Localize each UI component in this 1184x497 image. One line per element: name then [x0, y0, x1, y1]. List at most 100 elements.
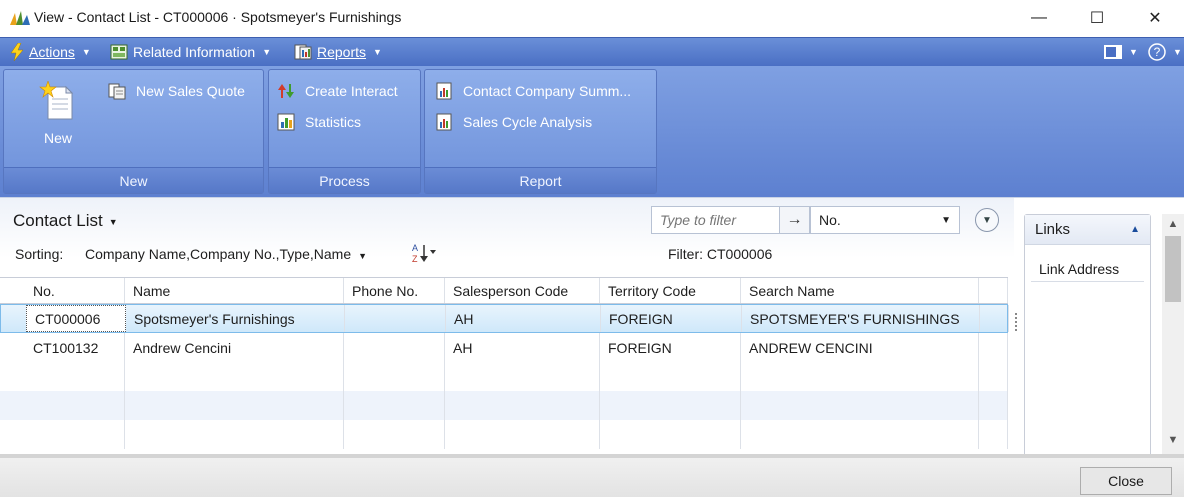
actions-menu[interactable]: Actions ▼ — [4, 38, 97, 67]
sort-ascending-icon[interactable]: A Z — [410, 242, 440, 264]
splitter-dot — [1015, 321, 1017, 323]
dynamics-logo-icon — [10, 11, 30, 25]
column-header-salesperson[interactable]: Salesperson Code — [445, 278, 600, 303]
layout-menu-button[interactable]: ▼ — [1098, 38, 1144, 67]
cell-territory: FOREIGN — [600, 333, 741, 362]
chevron-down-icon: ▼ — [358, 251, 368, 261]
cell-salesperson: AH — [446, 305, 601, 332]
cell-search-name: SPOTSMEYER'S FURNISHINGS — [742, 305, 980, 332]
empty-cell — [344, 362, 445, 391]
svg-text:Z: Z — [412, 254, 418, 264]
contact-company-summary-button[interactable]: Contact Company Summ... — [435, 82, 631, 100]
empty-row — [0, 362, 1008, 391]
list-title-menu[interactable]: Contact List ▼ — [13, 211, 118, 231]
filter-field-value: No. — [819, 212, 841, 228]
vertical-scrollbar[interactable]: ▲ ▼ — [1162, 214, 1184, 455]
sorting-dropdown[interactable]: Company Name,Company No.,Type,Name ▼ — [85, 246, 367, 262]
column-header-no[interactable]: No. — [25, 278, 125, 303]
empty-cell — [741, 391, 979, 420]
statistics-label: Statistics — [305, 114, 362, 130]
close-window-button[interactable]: ✕ — [1126, 0, 1184, 36]
empty-cell — [344, 391, 445, 420]
empty-cell — [979, 420, 1008, 449]
empty-cell — [25, 391, 125, 420]
column-header-name[interactable]: Name — [125, 278, 344, 303]
links-title: Links — [1035, 221, 1071, 238]
table-row[interactable]: CT000006 Spotsmeyer's Furnishings AH FOR… — [0, 304, 1009, 333]
ribbon-group-new-title: New — [4, 167, 263, 193]
scroll-up-arrow-icon[interactable]: ▲ — [1162, 218, 1184, 230]
cell-spacer — [980, 305, 1009, 332]
statistics-icon — [277, 113, 295, 131]
empty-cell — [600, 362, 741, 391]
reports-label: Reports — [317, 44, 367, 60]
close-button[interactable]: Close — [1080, 467, 1172, 495]
empty-row — [0, 391, 1008, 420]
ribbon-group-new: New New Sales Quote New — [3, 69, 264, 194]
ribbon-group-report: Contact Company Summ... Sales Cycle Anal… — [424, 69, 657, 194]
cell-search-name: ANDREW CENCINI — [741, 333, 979, 362]
sorting-value: Company Name,Company No.,Type,Name — [85, 246, 352, 262]
column-header-phone[interactable]: Phone No. — [344, 278, 445, 303]
title-bar: View - Contact List - CT000006 · Spotsme… — [0, 0, 1184, 37]
collapse-chevron-up-icon[interactable]: ▲ — [1130, 224, 1140, 235]
reports-menu[interactable]: Reports ▼ — [288, 38, 388, 67]
empty-cell — [125, 391, 344, 420]
help-icon: ? — [1148, 43, 1166, 61]
contact-list-panel: Contact List ▼ Sorting: Company Name,Comp… — [0, 198, 1014, 455]
new-button[interactable]: New — [34, 80, 82, 146]
minimize-button[interactable]: — — [1010, 0, 1068, 36]
report-icon — [436, 113, 452, 131]
chevron-down-circle-icon: ▼ — [982, 214, 992, 226]
sales-quote-icon — [108, 83, 126, 100]
empty-cell — [25, 420, 125, 449]
related-info-icon — [110, 44, 128, 60]
help-menu-button[interactable]: ? ▼ — [1142, 38, 1184, 67]
scroll-down-arrow-icon[interactable]: ▼ — [1162, 434, 1184, 446]
empty-cell — [445, 391, 600, 420]
splitter-dot — [1015, 317, 1017, 319]
create-interact-button[interactable]: Create Interact — [277, 82, 398, 100]
chevron-down-icon: ▼ — [81, 47, 91, 57]
column-header-search-name[interactable]: Search Name — [741, 278, 979, 303]
cell-name: Spotsmeyer's Furnishings — [126, 305, 345, 332]
sorting-label: Sorting: — [15, 246, 64, 262]
maximize-button[interactable]: ☐ — [1068, 0, 1126, 36]
reports-icon — [294, 44, 312, 60]
column-header-territory[interactable]: Territory Code — [600, 278, 741, 303]
apply-filter-button[interactable]: → — [780, 206, 810, 234]
contact-company-summary-label: Contact Company Summ... — [463, 83, 632, 99]
links-header[interactable]: Links ▲ — [1025, 215, 1150, 245]
cell-spacer — [979, 333, 1008, 362]
links-factbox: Links ▲ Link Address — [1024, 214, 1151, 455]
ribbon-group-process-title: Process — [269, 167, 420, 193]
command-bar: Actions ▼ Related Information ▼ Reports … — [0, 37, 1184, 66]
empty-cell — [445, 362, 600, 391]
new-sales-quote-button[interactable]: New Sales Quote — [108, 82, 245, 100]
new-label: New — [43, 130, 72, 146]
expand-filter-button[interactable]: ▼ — [975, 208, 999, 232]
empty-cell — [25, 362, 125, 391]
filter-field-select[interactable]: No. ▼ — [810, 206, 960, 234]
create-interact-label: Create Interact — [305, 83, 398, 99]
sales-cycle-analysis-button[interactable]: Sales Cycle Analysis — [435, 113, 592, 131]
splitter-dot — [1015, 329, 1017, 331]
page-title: Contact List — [13, 211, 103, 230]
content-area: Contact List ▼ Sorting: Company Name,Comp… — [0, 197, 1184, 455]
splitter-dot — [1015, 313, 1017, 315]
filter-input[interactable] — [651, 206, 780, 234]
cell-no: CT100132 — [25, 333, 125, 362]
table-row[interactable]: CT100132 Andrew Cencini AH FOREIGN ANDRE… — [0, 333, 1008, 362]
empty-cell — [445, 420, 600, 449]
panel-splitter-handle[interactable] — [1014, 311, 1018, 341]
maximize-icon: ☐ — [1089, 10, 1105, 27]
related-information-menu[interactable]: Related Information ▼ — [104, 38, 277, 67]
empty-cell — [979, 391, 1008, 420]
sales-cycle-analysis-label: Sales Cycle Analysis — [463, 114, 593, 130]
report-icon — [436, 82, 452, 100]
scrollbar-thumb[interactable] — [1165, 236, 1181, 302]
chevron-down-icon: ▼ — [262, 47, 272, 57]
actions-label: Actions — [29, 44, 75, 60]
statistics-button[interactable]: Statistics — [277, 113, 361, 131]
column-header-spacer — [979, 278, 1008, 303]
